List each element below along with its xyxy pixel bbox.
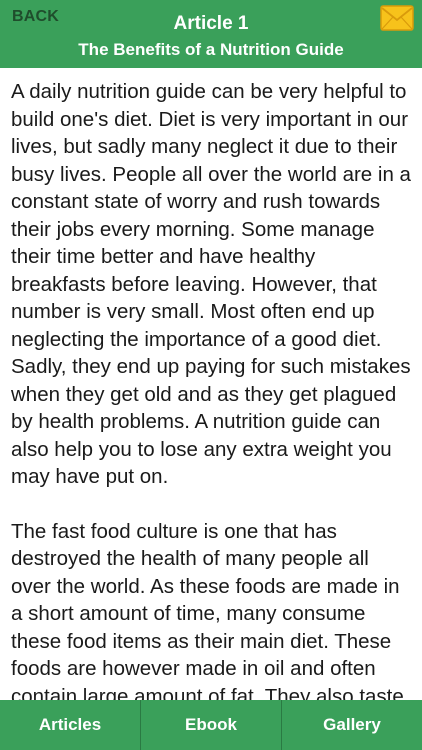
nav-header: BACK Article 1 The Benefits of a Nutriti… <box>0 0 422 68</box>
tab-articles[interactable]: Articles <box>0 700 141 750</box>
bottom-tab-bar: Articles Ebook Gallery <box>0 700 422 750</box>
page-subtitle: The Benefits of a Nutrition Guide <box>78 40 344 59</box>
article-body[interactable]: A daily nutrition guide can be very help… <box>0 68 422 700</box>
article-paragraph-1: A daily nutrition guide can be very help… <box>11 80 411 488</box>
envelope-icon[interactable] <box>380 5 414 31</box>
tab-gallery[interactable]: Gallery <box>282 700 422 750</box>
tab-ebook[interactable]: Ebook <box>141 700 282 750</box>
article-paragraph-2: The fast food culture is one that has de… <box>11 519 404 701</box>
page-title: Article 1 <box>173 13 249 34</box>
